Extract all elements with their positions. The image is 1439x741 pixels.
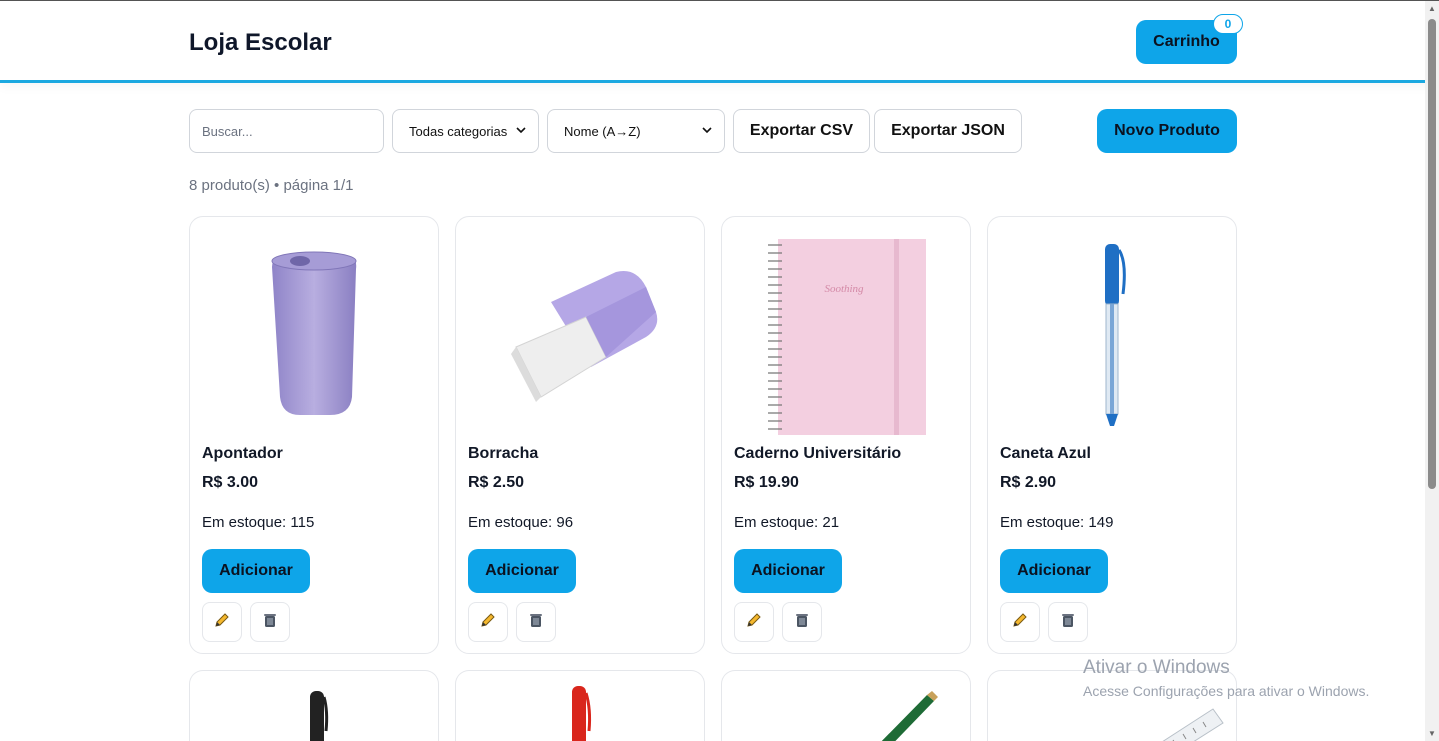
- cart-button[interactable]: Carrinho 0: [1136, 14, 1243, 64]
- trash-icon: [528, 612, 544, 633]
- delete-button[interactable]: [250, 602, 290, 642]
- watermark-title: Ativar o Windows: [1083, 657, 1230, 678]
- product-card: Borracha R$ 2.50 Em estoque: 96 Adiciona…: [455, 216, 705, 654]
- product-card: Soothing Caderno Universitário R$ 19.90 …: [721, 216, 971, 654]
- add-to-cart-button[interactable]: Adicionar: [734, 549, 842, 593]
- pencil-icon: [214, 612, 230, 633]
- trash-icon: [794, 612, 810, 633]
- product-card: Caneta Azul R$ 2.90 Em estoque: 149 Adic…: [987, 216, 1237, 654]
- product-price: R$ 19.90: [734, 474, 799, 491]
- product-price: R$ 3.00: [202, 474, 259, 491]
- new-product-button[interactable]: Novo Produto: [1097, 109, 1237, 153]
- cart-label: Carrinho: [1153, 33, 1220, 50]
- search-input[interactable]: [189, 109, 384, 153]
- scroll-thumb[interactable]: [1428, 19, 1436, 489]
- pencil-icon: [1012, 612, 1028, 633]
- pencil-icon: [480, 612, 496, 633]
- product-stock: Em estoque: 149: [1000, 514, 1114, 531]
- export-json-button[interactable]: Exportar JSON: [874, 109, 1022, 153]
- product-stock: Em estoque: 96: [468, 514, 574, 531]
- notebook-icon: Soothing: [734, 229, 959, 444]
- delete-button[interactable]: [782, 602, 822, 642]
- chevron-down-icon: [516, 125, 526, 138]
- blue-pen-icon: [1000, 229, 1225, 444]
- delete-button[interactable]: [516, 602, 556, 642]
- eraser-icon: [468, 229, 693, 444]
- category-select-value: Todas categorias: [409, 123, 508, 139]
- watermark-subtitle: Acesse Configurações para ativar o Windo…: [1083, 683, 1370, 699]
- scroll-up-icon[interactable]: ▲: [1428, 5, 1436, 13]
- product-name: Caderno Universitário: [734, 445, 902, 462]
- sharpener-icon: [202, 229, 427, 444]
- vertical-scrollbar[interactable]: ▲ ▼: [1425, 1, 1439, 741]
- category-select[interactable]: Todas categorias: [392, 109, 539, 153]
- brand-title: Loja Escolar: [189, 29, 332, 56]
- scroll-down-icon[interactable]: ▼: [1428, 730, 1436, 738]
- product-stock: Em estoque: 115: [202, 514, 315, 531]
- edit-button[interactable]: [1000, 602, 1040, 642]
- product-card: Apontador R$ 3.00 Em estoque: 115 Adicio…: [189, 216, 439, 654]
- product-stock: Em estoque: 21: [734, 514, 840, 531]
- delete-button[interactable]: [1048, 602, 1088, 642]
- chevron-down-icon: [702, 125, 712, 138]
- edit-button[interactable]: [468, 602, 508, 642]
- add-to-cart-button[interactable]: Adicionar: [1000, 549, 1108, 593]
- trash-icon: [1060, 612, 1076, 633]
- windows-activation-watermark: Ativar o Windows Acesse Configurações pa…: [1083, 657, 1369, 699]
- product-card: [721, 670, 971, 741]
- notebook-cover-text: Soothing: [824, 283, 864, 295]
- product-price: R$ 2.50: [468, 474, 525, 491]
- product-name: Borracha: [468, 445, 539, 462]
- product-card: [455, 670, 705, 741]
- edit-button[interactable]: [734, 602, 774, 642]
- black-pen-icon: [310, 691, 329, 741]
- results-summary: 8 produto(s) • página 1/1: [189, 177, 354, 194]
- product-price: R$ 2.90: [1000, 474, 1057, 491]
- top-header: Loja Escolar Carrinho 0: [0, 1, 1439, 83]
- sort-select[interactable]: Nome (A→Z): [547, 109, 725, 153]
- product-card: [189, 670, 439, 741]
- add-to-cart-button[interactable]: Adicionar: [202, 549, 310, 593]
- product-name: Caneta Azul: [1000, 445, 1091, 462]
- red-pen-icon: [572, 686, 592, 741]
- edit-button[interactable]: [202, 602, 242, 642]
- export-csv-button[interactable]: Exportar CSV: [733, 109, 870, 153]
- product-name: Apontador: [202, 445, 283, 462]
- trash-icon: [262, 612, 278, 633]
- pencil-icon: [746, 612, 762, 633]
- cart-count-badge: 0: [1213, 14, 1243, 34]
- add-to-cart-button[interactable]: Adicionar: [468, 549, 576, 593]
- toolbar: Todas categorias Nome (A→Z) Exportar CSV…: [189, 109, 1237, 153]
- sort-select-value: Nome (A→Z): [564, 123, 641, 139]
- pencil-icon: [881, 691, 938, 741]
